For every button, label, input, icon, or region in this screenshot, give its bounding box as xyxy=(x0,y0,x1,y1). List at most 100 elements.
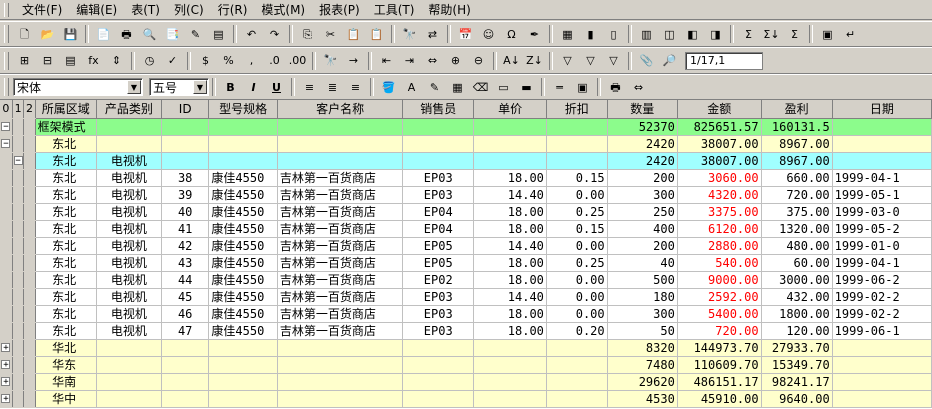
print-preview-button[interactable]: 🔍 xyxy=(139,24,160,44)
font-name-select[interactable]: 宋体 ▼ xyxy=(13,78,143,96)
cell-discount[interactable]: 0.15 xyxy=(546,169,608,187)
expand-icon[interactable]: + xyxy=(1,377,11,387)
preview-button[interactable]: 📄 xyxy=(93,24,114,44)
cell-model[interactable]: 康佳4550 xyxy=(208,305,278,323)
cat-row[interactable]: − 东北 电视机 2420 38007.00 8967.00 xyxy=(0,152,932,170)
column-chart-button[interactable]: ▯ xyxy=(603,24,624,44)
cell-category[interactable] xyxy=(96,118,162,136)
cell-category[interactable]: 电视机 xyxy=(96,237,162,255)
sum-button[interactable]: Σ xyxy=(738,24,759,44)
menu-item-5[interactable]: 模式(M) xyxy=(254,1,312,19)
cell-customer[interactable] xyxy=(277,390,404,408)
column-header[interactable]: 产品类别 xyxy=(96,100,162,119)
cell-profit[interactable]: 3000.00 xyxy=(761,271,833,289)
table-row[interactable]: 东北 电视机 46 康佳4550 吉林第一百货商店 EP03 18.00 0.00 300 540… xyxy=(0,305,932,323)
cell-date[interactable]: 1999-05-2 xyxy=(832,220,932,238)
cut-button[interactable]: ✂ xyxy=(320,24,341,44)
filter-button[interactable]: ▽ xyxy=(557,51,578,71)
table-row[interactable]: 东北 电视机 38 康佳4550 吉林第一百货商店 EP03 18.00 0.15 200 306… xyxy=(0,169,932,187)
cell-region[interactable]: 东北 xyxy=(35,305,97,323)
cell-id[interactable]: 44 xyxy=(161,271,210,289)
cell-quantity[interactable]: 200 xyxy=(607,169,678,187)
cell-discount[interactable] xyxy=(546,339,608,357)
outline-gutter[interactable]: + xyxy=(0,356,13,374)
menu-item-6[interactable]: 报表(P) xyxy=(312,1,367,19)
cell-model[interactable] xyxy=(208,118,278,136)
cell-salesperson[interactable]: EP05 xyxy=(402,237,475,255)
red-line-button[interactable]: ═ xyxy=(549,77,570,97)
total-row[interactable]: − 框架模式 52370 825651.57 160131.5 xyxy=(0,118,932,136)
cell-customer[interactable]: 吉林第一百货商店 xyxy=(277,169,404,187)
filter-clear-button[interactable]: ▽ xyxy=(580,51,601,71)
cell-customer[interactable]: 吉林第一百货商店 xyxy=(277,203,404,221)
cell-salesperson[interactable]: EP03 xyxy=(402,169,475,187)
comma-button[interactable]: , xyxy=(241,51,262,71)
cell-region[interactable]: 东北 xyxy=(35,288,97,306)
table-row[interactable]: 东北 电视机 42 康佳4550 吉林第一百货商店 EP05 14.40 0.00 200 288… xyxy=(0,237,932,255)
cell-salesperson[interactable] xyxy=(402,152,475,170)
cell-customer[interactable]: 吉林第一百货商店 xyxy=(277,288,404,306)
cell-model[interactable]: 康佳4550 xyxy=(208,271,278,289)
cell-amount[interactable]: 38007.00 xyxy=(677,152,762,170)
cell-discount[interactable]: 0.00 xyxy=(546,271,608,289)
cell-id[interactable]: 46 xyxy=(161,305,210,323)
cell-profit[interactable]: 720.00 xyxy=(761,186,833,204)
cell-id[interactable] xyxy=(161,339,210,357)
cell-amount[interactable]: 3060.00 xyxy=(677,169,762,187)
unfreeze-button[interactable]: ◨ xyxy=(705,24,726,44)
cell-region[interactable]: 东北 xyxy=(35,237,97,255)
cell-region[interactable]: 华中 xyxy=(35,390,97,408)
cell-price[interactable] xyxy=(473,118,547,136)
cell-salesperson[interactable]: EP03 xyxy=(402,322,475,340)
cell-discount[interactable] xyxy=(546,390,608,408)
cell-category[interactable]: 电视机 xyxy=(96,169,162,187)
cell-price[interactable]: 18.00 xyxy=(473,169,547,187)
align-left-button[interactable]: ≡ xyxy=(299,77,320,97)
cell-id[interactable]: 42 xyxy=(161,237,210,255)
cell-salesperson[interactable]: EP03 xyxy=(402,186,475,204)
cell-customer[interactable] xyxy=(277,152,404,170)
cell-discount[interactable]: 0.15 xyxy=(546,220,608,238)
cell-customer[interactable] xyxy=(277,339,404,357)
cell-region[interactable]: 东北 xyxy=(35,220,97,238)
cell-quantity[interactable]: 4530 xyxy=(607,390,678,408)
cell-model[interactable]: 康佳4550 xyxy=(208,186,278,204)
cell-date[interactable]: 1999-06-2 xyxy=(832,271,932,289)
cell-date[interactable]: 1999-02-2 xyxy=(832,288,932,306)
cell-salesperson[interactable] xyxy=(402,390,475,408)
cell-date[interactable]: 1999-04-1 xyxy=(832,169,932,187)
italic-button[interactable]: I xyxy=(243,77,264,97)
region-row[interactable]: + 华南 29620 486151.17 98241.17 xyxy=(0,373,932,391)
cell-price[interactable] xyxy=(473,356,547,374)
database-button[interactable]: ▤ xyxy=(208,24,229,44)
cell-salesperson[interactable] xyxy=(402,356,475,374)
table-row[interactable]: 东北 电视机 43 康佳4550 吉林第一百货商店 EP05 18.00 0.25 40 540.… xyxy=(0,254,932,272)
sort-asc-button[interactable]: A↓ xyxy=(501,51,522,71)
cell-id[interactable] xyxy=(161,356,210,374)
collapse-icon[interactable]: − xyxy=(1,122,11,132)
outline-gutter[interactable]: + xyxy=(0,339,13,357)
cell-price[interactable]: 18.00 xyxy=(473,203,547,221)
cell-amount[interactable]: 486151.17 xyxy=(677,373,762,391)
cell-price[interactable] xyxy=(473,373,547,391)
cell-id[interactable] xyxy=(161,135,210,153)
cell-date[interactable] xyxy=(832,356,932,374)
print-button[interactable]: 🖶 xyxy=(116,24,137,44)
cell-region[interactable]: 框架模式 xyxy=(35,118,97,136)
cell-date[interactable] xyxy=(832,390,932,408)
cell-category[interactable]: 电视机 xyxy=(96,220,162,238)
border-draw-button[interactable]: ✎ xyxy=(424,77,445,97)
paste-special-button[interactable]: 📋 xyxy=(366,24,387,44)
zoom-button[interactable]: 🔎 xyxy=(659,51,680,71)
column-header[interactable]: 折扣 xyxy=(546,100,608,119)
cell-id[interactable] xyxy=(161,118,210,136)
filter-remove-button[interactable]: ▽ xyxy=(603,51,624,71)
cell-profit[interactable]: 660.00 xyxy=(761,169,833,187)
cell-price[interactable] xyxy=(473,339,547,357)
fill-color-button[interactable]: 🪣 xyxy=(378,77,399,97)
cell-price[interactable] xyxy=(473,152,547,170)
column-fit-button[interactable]: ⇔ xyxy=(628,77,649,97)
cell-quantity[interactable]: 52370 xyxy=(607,118,678,136)
cell-amount[interactable]: 38007.00 xyxy=(677,135,762,153)
cell-date[interactable]: 1999-02-2 xyxy=(832,305,932,323)
